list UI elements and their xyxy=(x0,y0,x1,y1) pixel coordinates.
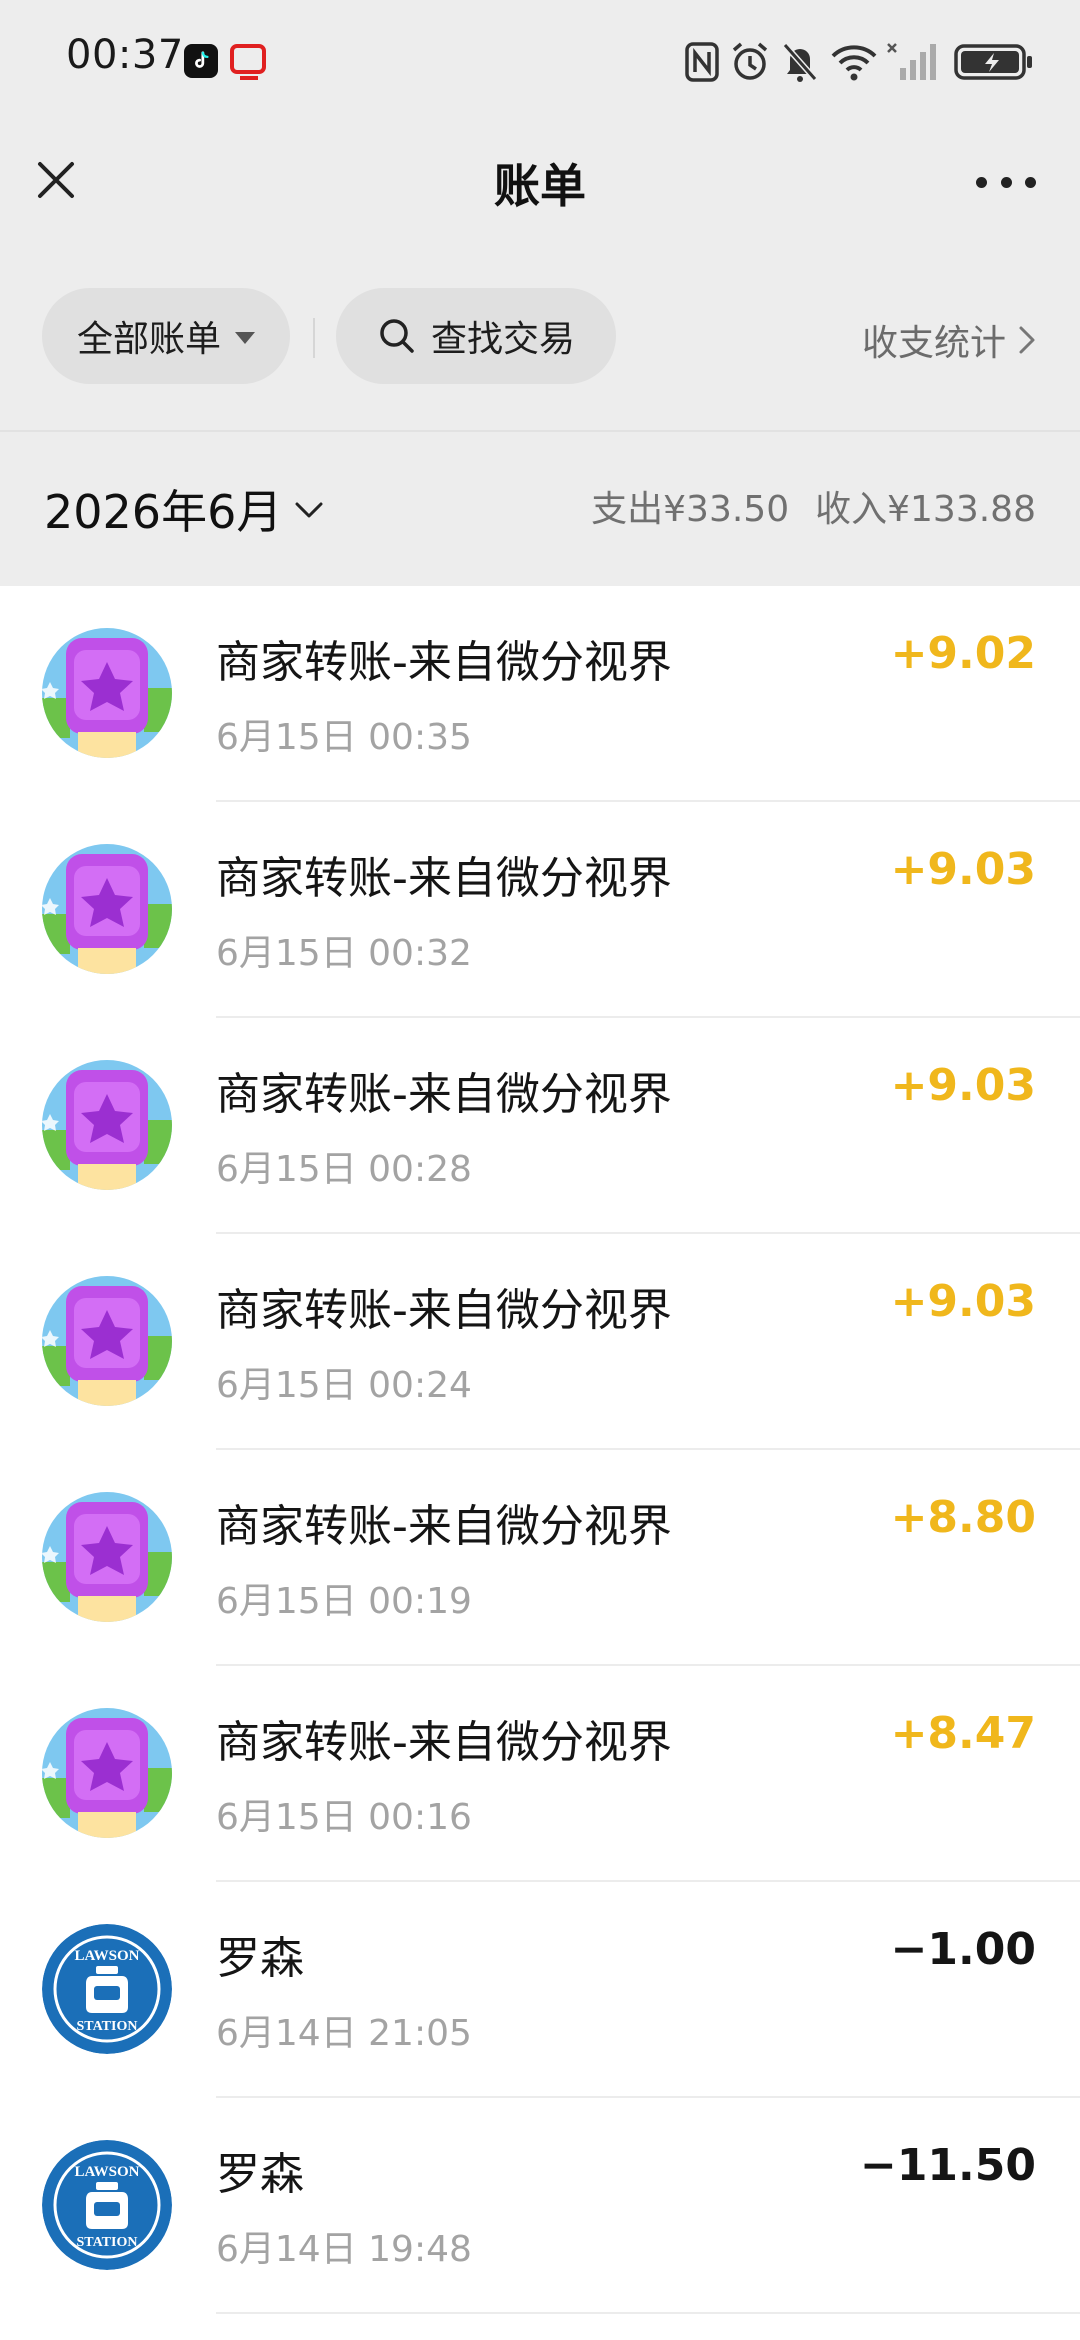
month-summary: 支出¥33.50 收入¥133.88 xyxy=(591,480,1036,532)
game-star-avatar xyxy=(42,1276,172,1406)
alarm-icon xyxy=(732,42,768,80)
transaction-title: 罗森 xyxy=(216,1933,304,1984)
transaction-title: 罗森 xyxy=(216,2149,304,2200)
transaction-time: 6月15日 00:19 xyxy=(216,1581,472,1622)
transaction-time: 6月15日 00:28 xyxy=(216,1149,472,1190)
transaction-amount: +8.47 xyxy=(890,1708,1036,1759)
game-star-avatar xyxy=(42,628,172,758)
tiktok-icon xyxy=(184,44,218,78)
transaction-amount: +9.03 xyxy=(890,1276,1036,1327)
transaction-title: 商家转账-来自微分视界 xyxy=(216,637,672,688)
stats-label: 收支统计 xyxy=(861,323,1006,364)
svg-text:LAWSON: LAWSON xyxy=(74,1948,139,1964)
transaction-row[interactable]: 商家转账-来自微分视界 6月15日 00:24 +9.03 xyxy=(0,1234,1080,1450)
transaction-row[interactable]: 商家转账-来自微分视界 6月15日 00:32 +9.03 xyxy=(0,802,1080,1018)
wifi-icon xyxy=(831,45,877,81)
chevron-right-icon xyxy=(1019,326,1035,354)
filter-divider xyxy=(313,318,315,358)
month-header: 2026年6月 支出¥33.50 收入¥133.88 xyxy=(0,430,1080,586)
all-bills-filter-button[interactable]: 全部账单 xyxy=(42,288,290,384)
transaction-amount: +8.80 xyxy=(890,1492,1036,1543)
transaction-time: 6月14日 21:05 xyxy=(216,2013,472,2054)
transaction-title: 商家转账-来自微分视界 xyxy=(216,853,672,904)
transaction-amount: −11.50 xyxy=(859,2140,1036,2191)
transaction-title: 商家转账-来自微分视界 xyxy=(216,1501,672,1552)
transaction-time: 6月14日 19:48 xyxy=(216,2229,472,2270)
signal-icon xyxy=(887,43,936,80)
status-icons xyxy=(680,40,1080,84)
game-star-avatar xyxy=(42,1708,172,1838)
battery-charging-icon xyxy=(954,44,1032,80)
transaction-row[interactable]: 商家转账-来自微分视界 6月15日 00:19 +8.80 xyxy=(0,1450,1080,1666)
game-star-avatar xyxy=(42,844,172,974)
transaction-title: 商家转账-来自微分视界 xyxy=(216,1285,672,1336)
mute-icon xyxy=(782,43,818,82)
month-picker[interactable]: 2026年6月 xyxy=(44,476,324,542)
row-divider xyxy=(216,2312,1080,2314)
bill-screen: 00:37 账单 全部账单 查找交易 收支统计 2026年6月 支出¥33.50… xyxy=(0,0,1080,2340)
nav-bar: 账单 xyxy=(0,124,1080,240)
income-expense-stats-link[interactable]: 收支统计 xyxy=(862,314,1036,366)
transaction-title: 商家转账-来自微分视界 xyxy=(216,1717,672,1768)
caret-down-icon xyxy=(235,332,255,344)
svg-text:STATION: STATION xyxy=(77,2019,138,2034)
transaction-time: 6月15日 00:32 xyxy=(216,933,472,974)
month-label: 2026年6月 xyxy=(44,485,283,539)
svg-text:LAWSON: LAWSON xyxy=(74,2164,139,2180)
transaction-time: 6月15日 00:16 xyxy=(216,1797,472,1838)
game-star-avatar xyxy=(42,1492,172,1622)
search-icon xyxy=(380,319,414,353)
svg-text:STATION: STATION xyxy=(77,2235,138,2250)
transaction-time: 6月15日 00:24 xyxy=(216,1365,472,1406)
transaction-amount: +9.02 xyxy=(890,628,1036,679)
status-bar: 00:37 xyxy=(0,0,1080,124)
filter-bar: 全部账单 查找交易 收支统计 xyxy=(0,240,1080,430)
transaction-list: 商家转账-来自微分视界 6月15日 00:35 +9.02 商家转账-来自微分视… xyxy=(0,586,1080,2314)
lawson-station-logo: LAWSON STATION xyxy=(42,1924,172,2054)
expense-summary: 支出¥33.50 xyxy=(591,489,790,530)
game-star-avatar xyxy=(42,1060,172,1190)
transaction-amount: +9.03 xyxy=(890,1060,1036,1111)
transaction-row[interactable]: LAWSON STATION 罗森 6月14日 19:48 −11.50 xyxy=(0,2098,1080,2314)
transaction-row[interactable]: 商家转账-来自微分视界 6月15日 00:35 +9.02 xyxy=(0,586,1080,802)
search-label: 查找交易 xyxy=(430,319,575,360)
transaction-row[interactable]: LAWSON STATION 罗森 6月14日 21:05 −1.00 xyxy=(0,1882,1080,2098)
chevron-down-icon xyxy=(295,502,323,518)
lawson-station-logo: LAWSON STATION xyxy=(42,2140,172,2270)
transaction-title: 商家转账-来自微分视界 xyxy=(216,1069,672,1120)
transaction-time: 6月15日 00:35 xyxy=(216,717,472,758)
income-summary: 收入¥133.88 xyxy=(815,489,1036,530)
page-title: 账单 xyxy=(494,159,586,213)
transaction-row[interactable]: 商家转账-来自微分视界 6月15日 00:28 +9.03 xyxy=(0,1018,1080,1234)
all-bills-label: 全部账单 xyxy=(76,319,221,360)
more-icon[interactable] xyxy=(976,164,1036,200)
status-time: 00:37 xyxy=(66,32,184,78)
transaction-amount: −1.00 xyxy=(890,1924,1036,1975)
transaction-amount: +9.03 xyxy=(890,844,1036,895)
nfc-icon xyxy=(685,42,719,82)
redbook-icon xyxy=(230,44,266,80)
transaction-row[interactable]: 商家转账-来自微分视界 6月15日 00:16 +8.47 xyxy=(0,1666,1080,1882)
search-transactions-button[interactable]: 查找交易 xyxy=(336,288,616,384)
